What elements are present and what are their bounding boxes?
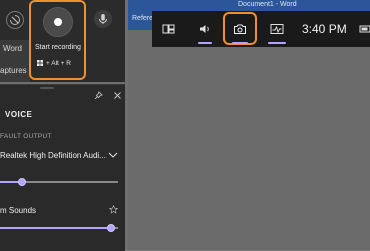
star-icon[interactable] [109,205,118,214]
app-volume-name: m Sounds [0,206,37,215]
start-recording-button[interactable] [43,7,73,37]
output-device-value: Realtek High Definition Audi... [0,151,106,160]
chevron-down-icon [108,152,118,158]
close-icon[interactable] [113,91,122,100]
record-last-30-button[interactable] [6,11,24,29]
output-device-dropdown[interactable]: Realtek High Definition Audi... [0,149,120,163]
start-recording-tooltip: Start recording [35,44,81,51]
audio-widget: VOICE FAULT OUTPUT Realtek High Definiti… [0,84,125,251]
camera-icon[interactable] [233,23,247,35]
capture-widget: Word aptures Start recording + Alt + R [0,0,125,82]
master-volume-track [22,181,118,183]
recording-shortcut-hint: + Alt + R [37,60,71,67]
performance-icon[interactable] [270,23,284,35]
pin-icon[interactable] [94,91,103,100]
app-volume-thumb[interactable] [107,224,115,232]
battery-icon [359,25,370,33]
widget-menu-icon[interactable] [162,23,176,35]
show-captures-link[interactable]: aptures [0,66,27,75]
performance-active-indicator [268,42,286,44]
record-dot-icon [54,18,62,26]
audio-widget-title: VOICE [5,110,33,119]
microphone-toggle-button[interactable] [94,10,112,28]
clock: 3:40 PM [302,22,347,36]
drag-handle[interactable] [40,87,54,89]
microphone-icon [99,14,107,24]
master-volume-thumb[interactable] [18,178,26,186]
word-document-area [128,30,370,250]
windows-key-icon [37,60,43,66]
start-recording-panel[interactable]: Start recording + Alt + R [29,0,86,80]
shortcut-text: + Alt + R [46,60,71,67]
master-volume-slider[interactable] [0,177,118,187]
history-off-icon [10,15,20,25]
capture-active-indicator [232,42,248,44]
app-volume-fill [0,227,111,229]
word-title-bar: Document1 - Word [128,0,370,10]
audio-icon[interactable] [198,23,212,35]
default-output-label: FAULT OUTPUT [0,133,52,140]
audio-active-indicator [198,42,212,44]
capture-app-label: Word [3,44,22,53]
app-volume-slider[interactable] [0,223,118,235]
game-bar: 3:40 PM [152,11,370,47]
word-window-title: Document1 - Word [238,1,297,8]
